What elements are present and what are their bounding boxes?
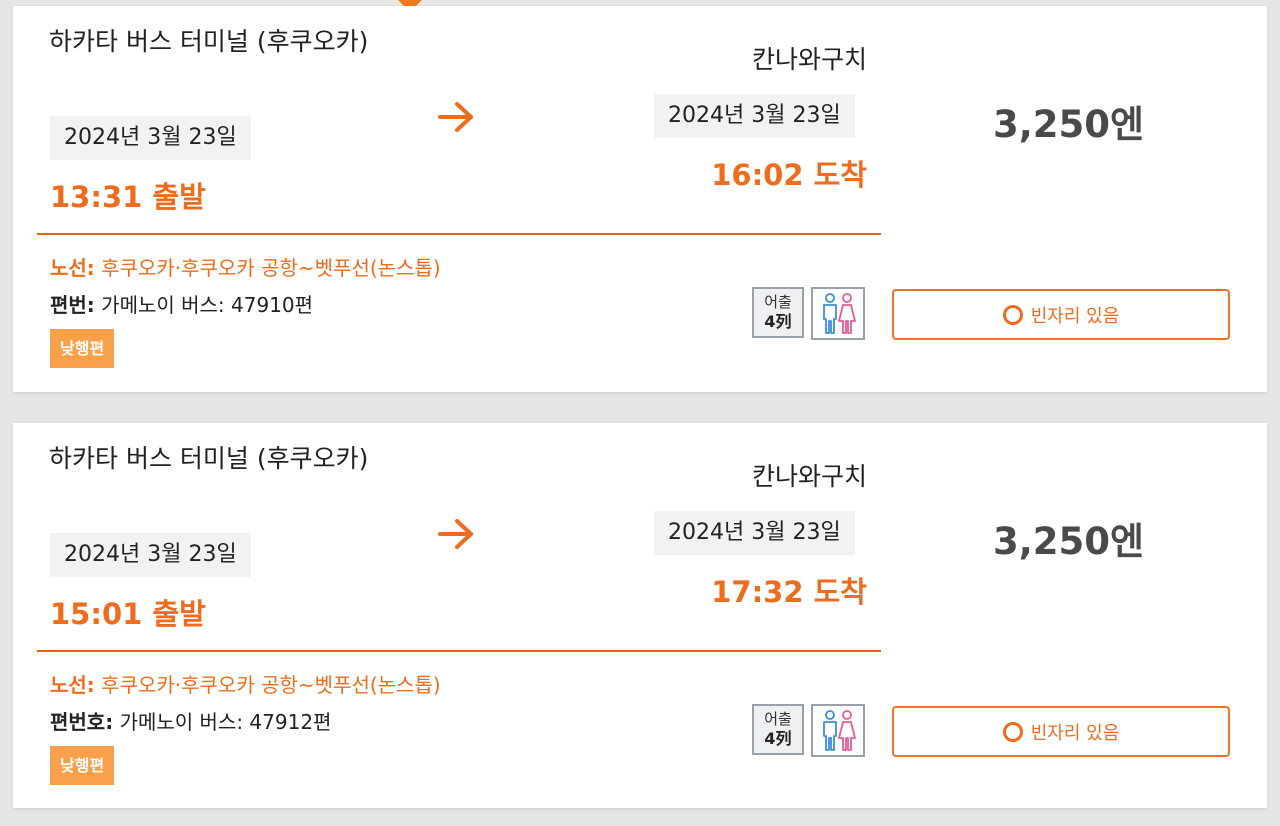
route-info: 노선: 후쿠오카·후쿠오카 공항~벳푸선(논스톱) — [50, 252, 441, 281]
departure-date: 2024년 3월 23일 — [50, 116, 251, 160]
service-number-info: 편번: 가메노이 버스: 47910편 — [50, 289, 313, 318]
bus-result-card[interactable]: 하카타 버스 터미널 (후쿠오카) 2024년 3월 23일 15:01 출발 … — [13, 423, 1267, 808]
service-number-info: 편번호: 가메노이 버스: 47912편 — [50, 706, 331, 735]
availability-label: 빈자리 있음 — [1030, 722, 1120, 744]
circle-icon — [1002, 304, 1023, 325]
service-number: 가메노이 버스: 47910편 — [101, 293, 314, 317]
daytime-service-badge: 낮행편 — [50, 329, 115, 368]
origin-name: 하카타 버스 터미널 (후쿠오카) — [49, 444, 369, 473]
destination-name: 칸나와구치 — [751, 45, 867, 74]
restroom-icon — [811, 287, 865, 340]
seat-type-label: 어출 — [764, 710, 792, 728]
availability-label: 빈자리 있음 — [1030, 305, 1120, 327]
service-number: 가메노이 버스: 47912편 — [119, 710, 332, 734]
circle-icon — [1002, 721, 1023, 742]
route-info: 노선: 후쿠오카·후쿠오카 공항~벳푸선(논스톱) — [50, 669, 441, 698]
arrow-right-icon — [437, 100, 477, 138]
service-number-label: 편번호: — [50, 710, 114, 734]
divider — [37, 650, 881, 652]
seat-availability-button[interactable]: 빈자리 있음 — [892, 289, 1230, 340]
seat-layout-badge: 어출 4列 — [752, 704, 804, 755]
arrow-right-icon — [437, 517, 477, 555]
daytime-service-badge: 낮행편 — [50, 746, 115, 785]
arrival-date: 2024년 3월 23일 — [654, 511, 855, 555]
seat-layout-badge: 어출 4列 — [752, 287, 804, 338]
fare-price: 3,250엔 — [993, 520, 1145, 563]
arrival-time: 16:02 도착 — [711, 158, 867, 192]
restroom-icon — [811, 704, 865, 757]
service-number-label: 편번: — [50, 293, 95, 317]
route-name: 후쿠오카·후쿠오카 공항~벳푸선(논스톱) — [101, 673, 441, 697]
departure-time: 15:01 출발 — [50, 597, 206, 631]
arrival-time: 17:32 도착 — [711, 575, 867, 609]
origin-name: 하카타 버스 터미널 (후쿠오카) — [49, 27, 369, 56]
seat-rows-label: 4列 — [764, 312, 792, 331]
fare-price: 3,250엔 — [993, 103, 1145, 146]
route-label: 노선: — [50, 673, 95, 697]
departure-time: 13:31 출발 — [50, 180, 206, 214]
seat-type-label: 어출 — [764, 293, 792, 311]
bus-result-card[interactable]: 하카타 버스 터미널 (후쿠오카) 2024년 3월 23일 13:31 출발 … — [13, 6, 1267, 392]
divider — [37, 233, 881, 235]
destination-name: 칸나와구치 — [751, 462, 867, 491]
seat-availability-button[interactable]: 빈자리 있음 — [892, 706, 1230, 757]
route-label: 노선: — [50, 256, 95, 280]
arrival-date: 2024년 3월 23일 — [654, 94, 855, 138]
seat-rows-label: 4列 — [764, 729, 792, 748]
route-name: 후쿠오카·후쿠오카 공항~벳푸선(논스톱) — [101, 256, 441, 280]
departure-date: 2024년 3월 23일 — [50, 533, 251, 577]
